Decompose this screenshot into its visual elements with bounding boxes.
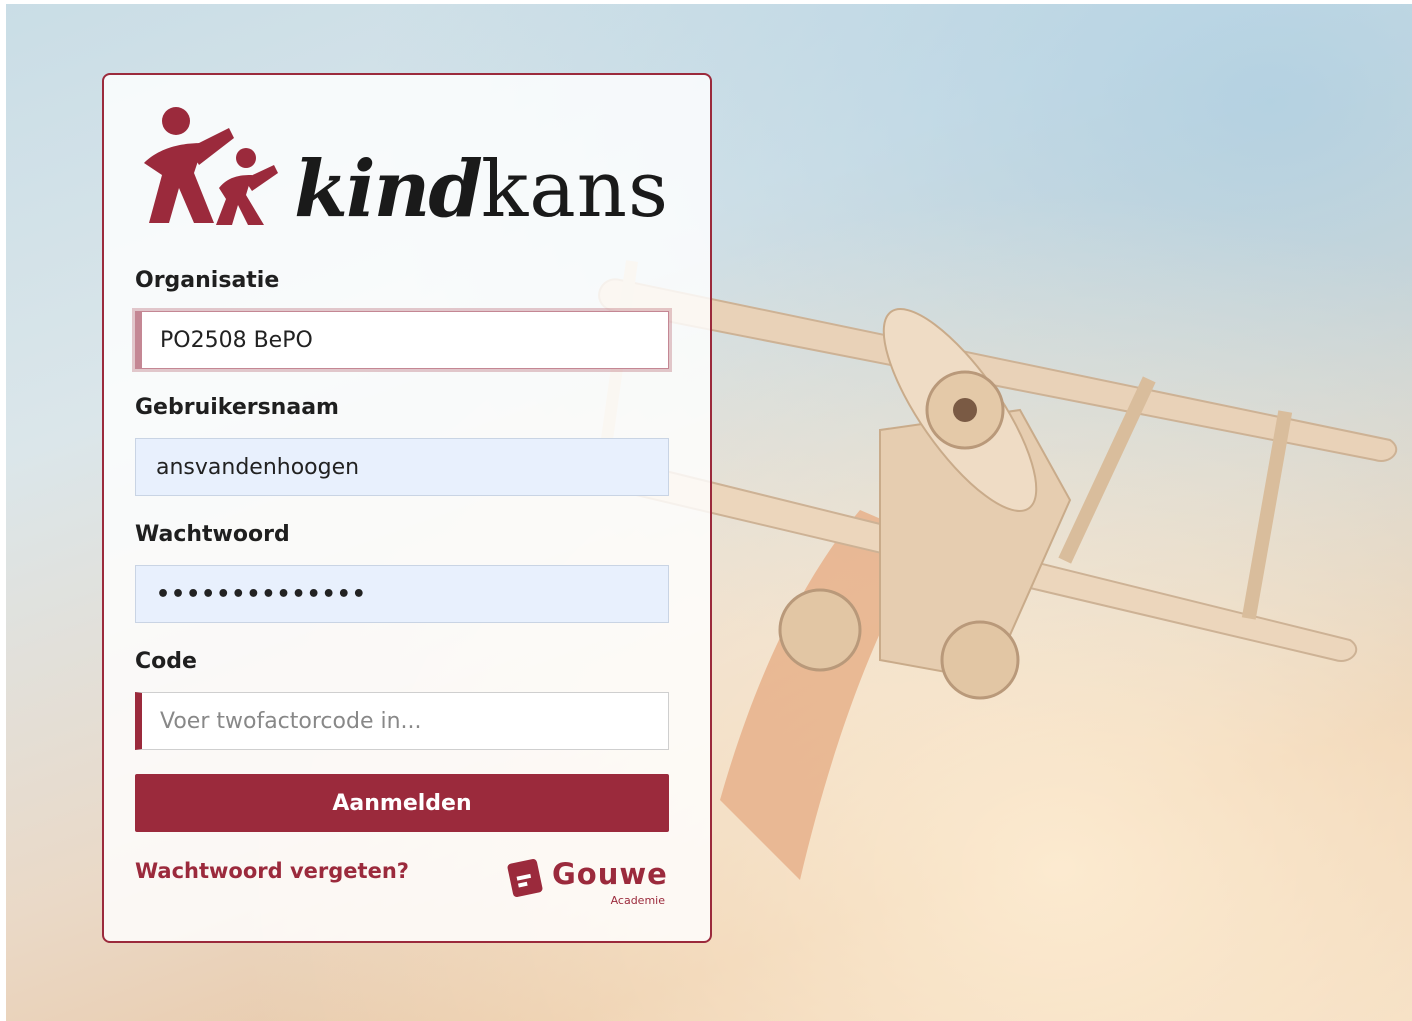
- wachtwoord-label: Wachtwoord: [135, 522, 290, 547]
- gebruikersnaam-value: ansvandenhoogen: [156, 454, 360, 480]
- forgot-password-link[interactable]: Wachtwoord vergeten?: [135, 859, 409, 883]
- wachtwoord-input[interactable]: ••••••••••••••: [135, 565, 669, 623]
- organisatie-input[interactable]: PO2508 BePO: [135, 311, 669, 369]
- kindkans-logo: kindkans: [134, 103, 668, 235]
- gouwe-academie-logo: Gouwe Academie: [506, 853, 671, 913]
- code-placeholder: Voer twofactorcode in...: [160, 708, 422, 734]
- gouwe-name: Gouwe: [552, 857, 668, 891]
- kindkans-figures-icon: [144, 107, 278, 225]
- organisatie-label: Organisatie: [135, 268, 280, 293]
- wachtwoord-value: ••••••••••••••: [156, 581, 367, 607]
- code-label: Code: [135, 649, 197, 674]
- logo-word-kans: kans: [480, 145, 669, 235]
- login-card: kindkans Organisatie PO2508 BePO Gebruik…: [102, 73, 712, 943]
- gebruikersnaam-input[interactable]: ansvandenhoogen: [135, 438, 669, 496]
- organisatie-value: PO2508 BePO: [160, 327, 313, 353]
- gouwe-book-icon: [507, 858, 543, 898]
- code-input[interactable]: Voer twofactorcode in...: [135, 692, 669, 750]
- aanmelden-button[interactable]: Aanmelden: [135, 774, 669, 832]
- gebruikersnaam-label: Gebruikersnaam: [135, 395, 339, 420]
- logo-word-kind: kind: [294, 144, 483, 235]
- gouwe-subtitle: Academie: [610, 894, 665, 907]
